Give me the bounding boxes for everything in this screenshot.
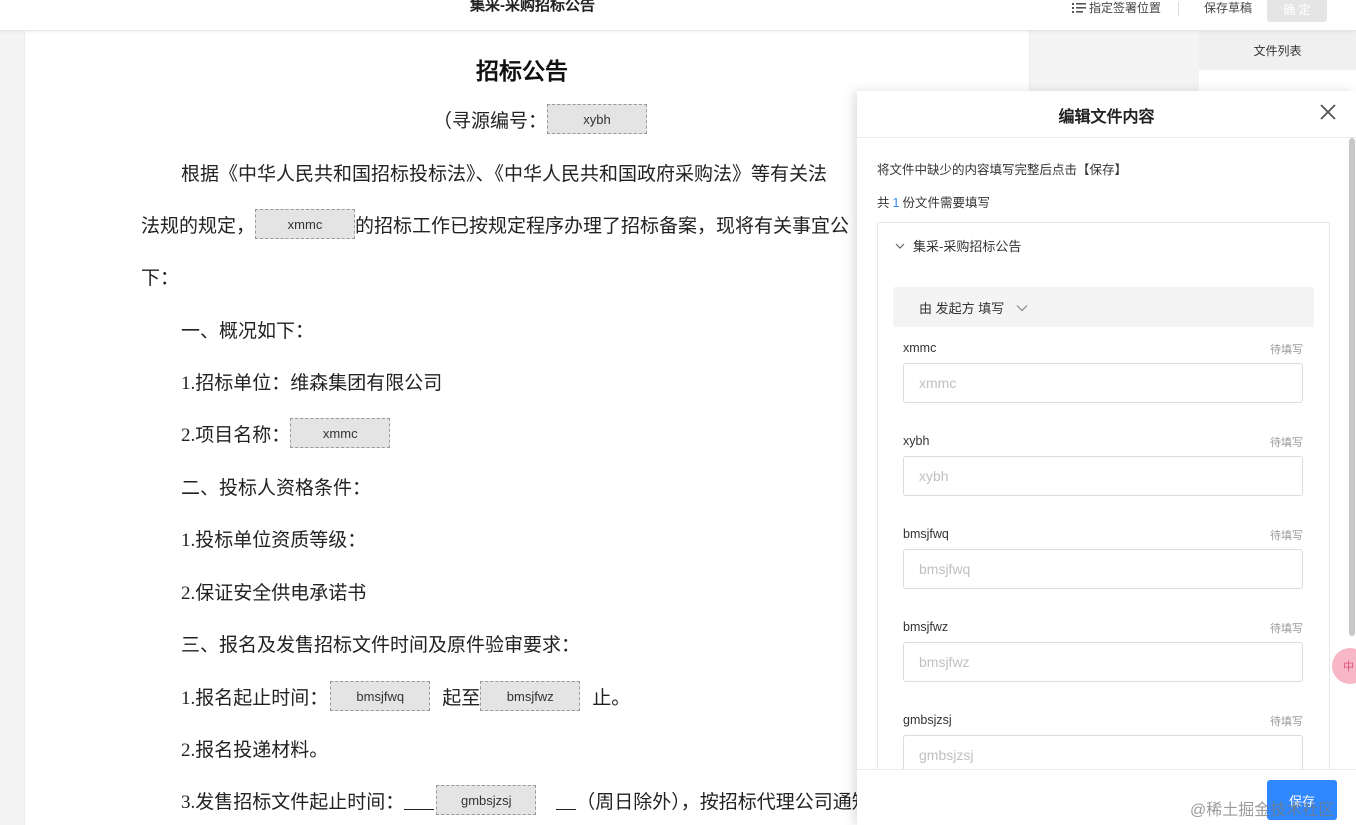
document-title: 招标公告 <box>476 58 568 85</box>
underline-blank <box>556 791 577 810</box>
doc-line-10: 2.保证安全供电承诺书 <box>181 582 367 604</box>
drawer-scrollbar[interactable] <box>1349 138 1355 636</box>
assign-sign-position-button[interactable]: 指定签署位置 <box>1072 0 1161 16</box>
top-bar: 集采-采购招标公告 指定签署位置 保存草稿 确 定 <box>0 0 1356 31</box>
field-label: xybh <box>903 434 930 448</box>
doc-line-9: 1.投标单位资质等级： <box>181 529 367 551</box>
watermark: @稀土掘金技术社区 <box>1190 802 1335 819</box>
doc-text: 止。 <box>592 687 631 709</box>
field-status: 待填写 <box>1270 344 1303 356</box>
doc-line-2: 根据《中华人民共和国招标投标法》、《中华人民共和国政府采购法》等有关法 <box>181 163 828 185</box>
doc-line-8: 二、投标人资格条件： <box>181 477 372 499</box>
file-card: 集采-采购招标公告 由 发起方 填写 xmmc 待填写 xybh 待填写 bms… <box>877 222 1330 825</box>
save-draft-button[interactable]: 保存草稿 <box>1204 0 1252 16</box>
chevron-down-icon <box>1016 305 1028 312</box>
file-card-toggle[interactable]: 集采-采购招标公告 <box>895 236 1021 255</box>
doc-line-12: 1.报名起止时间： bmsjfwq 起至 bmsjfwz 止。 <box>181 679 630 713</box>
field-status: 待填写 <box>1270 716 1303 728</box>
tab-file-list[interactable]: 文件列表 <box>1199 30 1356 71</box>
drawer-title: 编辑文件内容 <box>1058 109 1155 126</box>
doc-line-11: 三、报名及发售招标文件时间及原件验审要求： <box>181 634 581 656</box>
fill-by-dropdown[interactable]: 由 发起方 填写 <box>893 287 1314 327</box>
count-suffix: 份文件需要填写 <box>902 196 990 210</box>
field-status: 待填写 <box>1270 437 1303 449</box>
doc-line-3: 法规的规定， xmmc 的招标工作已按规定程序办理了招标备案，现将有关事宜公 <box>141 207 849 241</box>
confirm-button[interactable]: 确 定 <box>1267 0 1327 22</box>
field-status: 待填写 <box>1270 623 1303 635</box>
drawer-header: 编辑文件内容 <box>857 91 1356 138</box>
toolbar-divider <box>1178 2 1179 16</box>
xmmc-input[interactable] <box>903 363 1303 403</box>
doc-field-bmsjfwz[interactable]: bmsjfwz <box>480 681 581 711</box>
chevron-down-icon <box>895 243 905 249</box>
doc-text: 法规的规定， <box>141 215 256 237</box>
doc-text: 2.项目名称： <box>181 424 291 446</box>
drawer-hint: 将文件中缺少的内容填写完整后点击【保存】 <box>877 163 1128 177</box>
field-label: bmsjfwq <box>903 527 949 541</box>
file-count: 共 1 份文件需要填写 <box>877 192 990 211</box>
field-status: 待填写 <box>1270 530 1303 542</box>
file-card-title: 集采-采购招标公告 <box>913 239 1022 254</box>
field-label: bmsjfwz <box>903 620 949 634</box>
close-icon[interactable] <box>1317 101 1339 123</box>
count-prefix: 共 <box>877 196 890 210</box>
doc-line-4: 下： <box>141 267 180 289</box>
doc-field-xmmc-2[interactable]: xmmc <box>290 418 391 448</box>
doc-text: 起至 <box>442 687 481 709</box>
list-icon <box>1072 2 1086 13</box>
doc-field-gmbsjzsj[interactable]: gmbsjzsj <box>436 785 537 815</box>
page-title: 集采-采购招标公告 <box>470 0 595 14</box>
bmsjfwz-input[interactable] <box>903 642 1303 682</box>
doc-line-7: 2.项目名称： xmmc <box>181 416 391 450</box>
doc-field-xybh[interactable]: xybh <box>547 104 648 134</box>
field-label: gmbsjzsj <box>903 713 952 727</box>
doc-field-xmmc-1[interactable]: xmmc <box>255 209 356 239</box>
doc-line-14: 3.发售招标文件起止时间： gmbsjzsj （周日除外），按招标代理公司通知 <box>181 783 871 817</box>
doc-line-6: 1.招标单位：维森集团有限公司 <box>181 372 443 394</box>
edit-file-content-drawer: 编辑文件内容 将文件中缺少的内容填写完整后点击【保存】 共 1 份文件需要填写 集采… <box>857 91 1356 825</box>
doc-line-sourcing-no: （寻源编号： xybh <box>433 102 648 136</box>
doc-text: （寻源编号： <box>433 110 548 132</box>
count-number: 1 <box>892 196 900 210</box>
fill-by-label: 由 发起方 填写 <box>919 300 1005 316</box>
xybh-input[interactable] <box>903 456 1303 496</box>
bmsjfwq-input[interactable] <box>903 549 1303 589</box>
doc-text: 3.发售招标文件起止时间： <box>181 791 405 813</box>
doc-line-5: 一、概况如下： <box>181 320 315 342</box>
underline-blank <box>404 791 435 810</box>
doc-text: 的招标工作已按规定程序办理了招标备案，现将有关事宜公 <box>355 215 850 237</box>
doc-text: （周日除外），按招标代理公司通知 <box>576 791 871 813</box>
doc-field-bmsjfwq[interactable]: bmsjfwq <box>330 681 431 711</box>
doc-text: 1.报名起止时间： <box>181 687 329 709</box>
field-label: xmmc <box>903 341 937 355</box>
doc-line-13: 2.报名投递材料。 <box>181 739 329 761</box>
assign-sign-position-label: 指定签署位置 <box>1089 1 1162 15</box>
